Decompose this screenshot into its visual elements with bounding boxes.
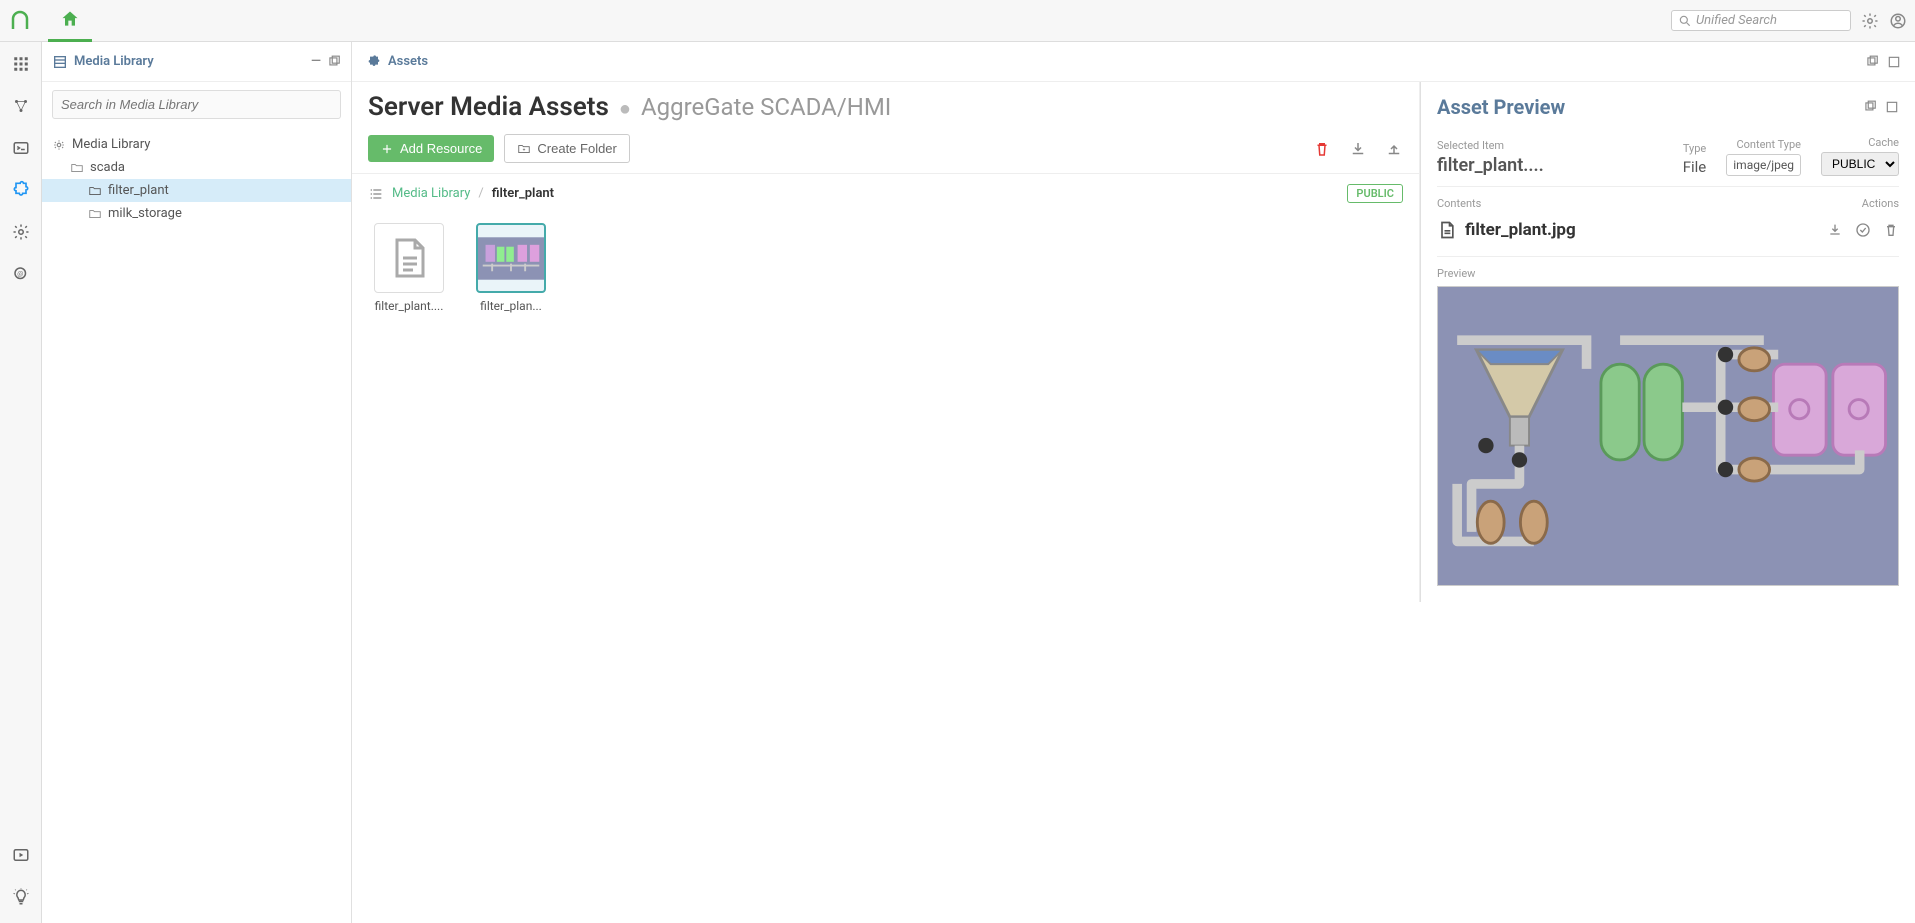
sidebar-search-input[interactable] bbox=[52, 90, 341, 119]
rail-gear-icon[interactable] bbox=[9, 220, 33, 244]
settings-icon[interactable] bbox=[1861, 12, 1879, 30]
upload-icon[interactable] bbox=[1385, 140, 1403, 158]
rail-apps-icon[interactable] bbox=[9, 52, 33, 76]
download-icon[interactable] bbox=[1349, 140, 1367, 158]
grid-item[interactable]: filter_plant.... bbox=[368, 223, 450, 313]
selected-item-value: filter_plant.... bbox=[1437, 155, 1597, 176]
check-icon[interactable] bbox=[1855, 222, 1871, 238]
popout-icon[interactable] bbox=[1863, 100, 1877, 114]
rail-puzzle-icon[interactable] bbox=[9, 178, 33, 202]
rail-play-icon[interactable] bbox=[9, 843, 33, 867]
delete-icon[interactable] bbox=[1883, 222, 1899, 238]
search-placeholder: Unified Search bbox=[1696, 13, 1777, 28]
rail-zoom-icon[interactable]: @ bbox=[9, 262, 33, 286]
tree: Media Library scada filter_plant milk_st… bbox=[42, 127, 351, 231]
asset-preview-panel: Asset Preview Selected Item filter_plant… bbox=[1420, 82, 1915, 602]
maximize-icon[interactable] bbox=[1887, 55, 1901, 69]
content: Assets Server Media Assets ● AggreGate S… bbox=[352, 42, 1915, 923]
top-bar: Unified Search bbox=[0, 0, 1915, 42]
download-icon[interactable] bbox=[1827, 222, 1843, 238]
folder-icon bbox=[70, 161, 84, 175]
add-resource-label: Add Resource bbox=[400, 141, 482, 156]
tree-item-label: milk_storage bbox=[108, 206, 182, 221]
page-subtitle: AggreGate SCADA/HMI bbox=[641, 93, 891, 121]
folder-plus-icon bbox=[517, 142, 531, 156]
tree-item-label: scada bbox=[90, 160, 125, 175]
dot-separator: ● bbox=[619, 96, 631, 121]
grid-item-label: filter_plant.... bbox=[368, 299, 450, 313]
create-folder-label: Create Folder bbox=[537, 141, 616, 156]
section-title: Assets bbox=[388, 54, 428, 69]
popout-icon[interactable] bbox=[1865, 55, 1879, 69]
preview-image bbox=[1437, 286, 1899, 586]
filename: filter_plant.jpg bbox=[1465, 220, 1576, 240]
contents-label: Contents bbox=[1437, 197, 1481, 210]
sidebar: Media Library — Media Library scada filt… bbox=[42, 42, 352, 923]
page-title: Server Media Assets bbox=[368, 92, 609, 122]
library-icon bbox=[52, 54, 68, 70]
tree-item-milk-storage[interactable]: milk_storage bbox=[42, 202, 351, 225]
content-type-label: Content Type bbox=[1726, 138, 1801, 151]
preview-label: Preview bbox=[1437, 257, 1899, 286]
actions-label: Actions bbox=[1862, 197, 1899, 210]
minimize-icon[interactable]: — bbox=[311, 54, 321, 69]
sidebar-title: Media Library bbox=[74, 54, 154, 69]
popout-icon[interactable] bbox=[327, 55, 341, 69]
selected-item-label: Selected Item bbox=[1437, 139, 1663, 152]
plus-icon bbox=[380, 142, 394, 156]
tree-item-filter-plant[interactable]: filter_plant bbox=[42, 179, 351, 202]
rail-terminal-icon[interactable] bbox=[9, 136, 33, 160]
rail-graph-icon[interactable] bbox=[9, 94, 33, 118]
unified-search[interactable]: Unified Search bbox=[1671, 10, 1851, 31]
list-icon[interactable] bbox=[368, 186, 384, 202]
app-logo bbox=[8, 9, 32, 33]
file-icon bbox=[1437, 220, 1457, 240]
rail-bulb-icon[interactable] bbox=[9, 885, 33, 909]
grid-item-selected[interactable]: filter_plan... bbox=[470, 223, 552, 313]
image-thumb bbox=[476, 223, 546, 293]
search-icon bbox=[1678, 14, 1692, 28]
folder-icon bbox=[88, 207, 102, 221]
breadcrumb-current: filter_plant bbox=[492, 186, 554, 201]
puzzle-icon bbox=[366, 54, 382, 70]
tree-item-scada[interactable]: scada bbox=[42, 156, 351, 179]
add-resource-button[interactable]: Add Resource bbox=[368, 135, 494, 162]
maximize-icon[interactable] bbox=[1885, 100, 1899, 114]
content-type-value: image/jpeg bbox=[1726, 154, 1801, 176]
document-icon bbox=[385, 234, 433, 282]
file-thumb bbox=[374, 223, 444, 293]
cache-label: Cache bbox=[1821, 136, 1899, 149]
breadcrumb-root[interactable]: Media Library bbox=[392, 186, 470, 201]
create-folder-button[interactable]: Create Folder bbox=[504, 134, 629, 163]
user-icon[interactable] bbox=[1889, 12, 1907, 30]
type-label: Type bbox=[1683, 142, 1707, 155]
tree-item-label: filter_plant bbox=[108, 183, 169, 198]
tree-root-label: Media Library bbox=[72, 137, 150, 152]
preview-title: Asset Preview bbox=[1437, 95, 1855, 119]
gear-icon bbox=[52, 138, 66, 152]
svg-text:@: @ bbox=[17, 270, 23, 278]
breadcrumb-separator: / bbox=[478, 186, 483, 201]
delete-icon[interactable] bbox=[1313, 140, 1331, 158]
public-badge: PUBLIC bbox=[1347, 184, 1403, 203]
cache-select[interactable]: PUBLIC bbox=[1821, 152, 1899, 176]
tab-home[interactable] bbox=[48, 0, 92, 42]
grid-item-label: filter_plan... bbox=[470, 299, 552, 313]
tree-root[interactable]: Media Library bbox=[42, 133, 351, 156]
folder-icon bbox=[88, 184, 102, 198]
vertical-rail: @ bbox=[0, 42, 42, 923]
type-value: File bbox=[1683, 158, 1707, 176]
